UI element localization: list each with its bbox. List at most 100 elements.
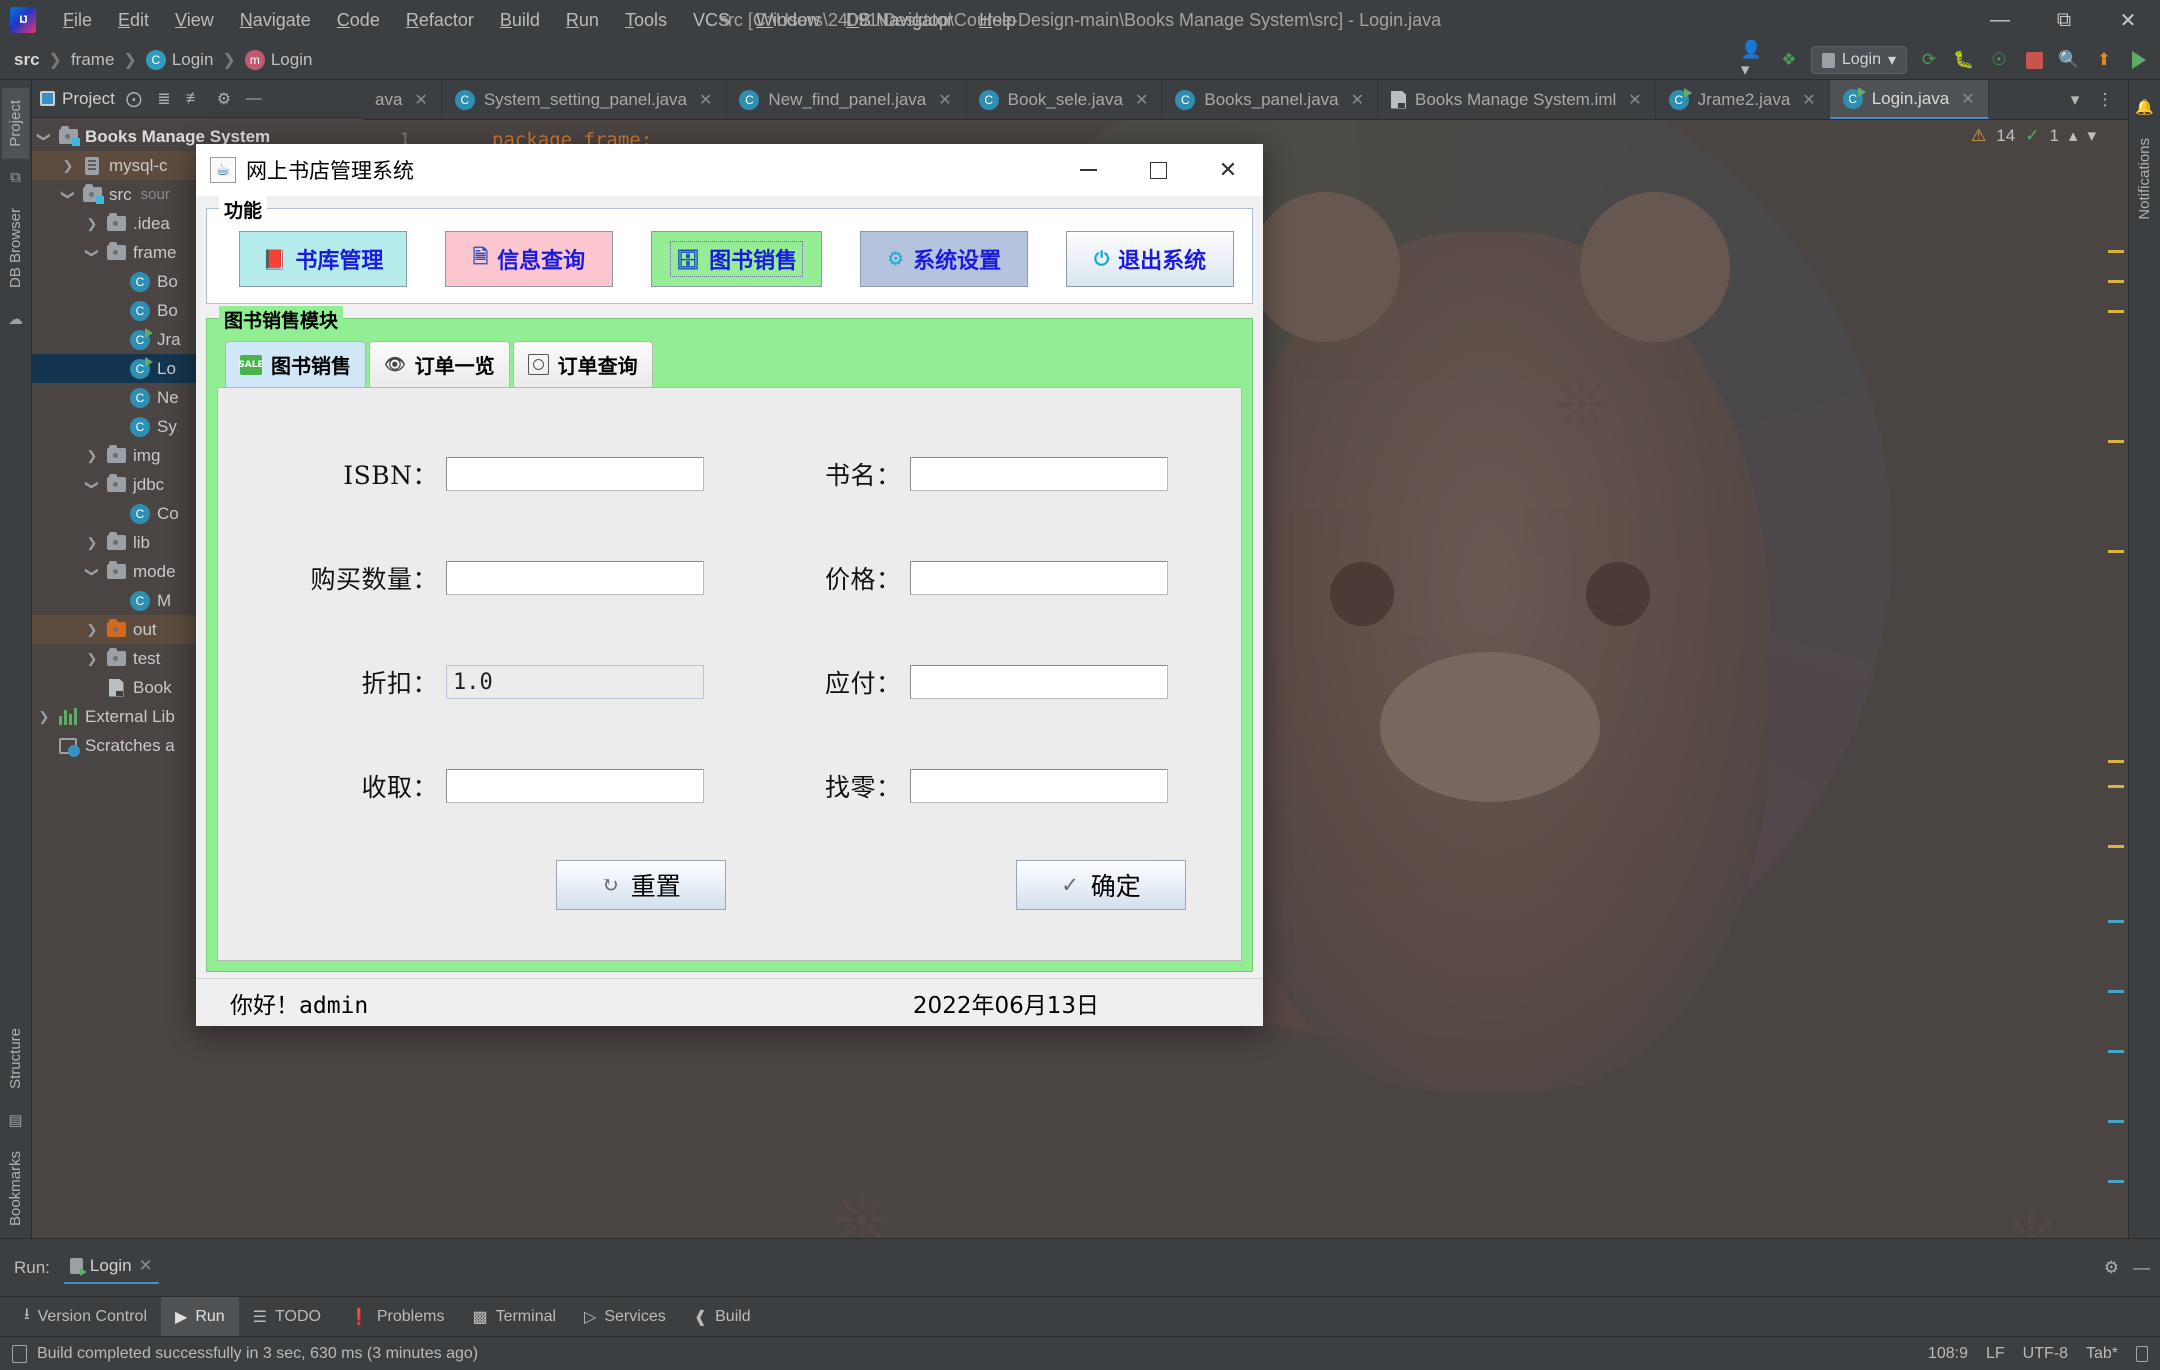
menu-window[interactable]: Window — [743, 5, 833, 36]
editor-tab[interactable]: C System_setting_panel.java ✕ — [442, 80, 727, 119]
editor-tab[interactable]: ava ✕ — [362, 80, 442, 119]
close-icon[interactable]: ✕ — [938, 90, 951, 110]
hide-icon[interactable]: — — [2133, 1258, 2150, 1278]
chevron-right-icon[interactable]: ❯ — [80, 448, 104, 464]
breadcrumb-login-class[interactable]: C Login — [145, 49, 213, 70]
close-icon[interactable]: ✕ — [139, 1256, 153, 1276]
chevron-down-icon[interactable]: ▾ — [2062, 87, 2088, 113]
terminal-strip-icon[interactable]: ▤ — [8, 1111, 22, 1129]
book-name-input[interactable] — [909, 457, 1168, 491]
settings-gear-icon[interactable]: ⚙ — [2104, 1258, 2119, 1278]
bottom-tab-problems[interactable]: ❗ Problems — [335, 1297, 459, 1336]
menu-edit[interactable]: Edit — [105, 5, 162, 36]
close-icon[interactable]: ✕ — [699, 90, 712, 110]
build-hammer-icon[interactable]: ❖ — [1776, 47, 1802, 73]
close-icon[interactable]: ✕ — [1135, 90, 1148, 110]
settings-gear-icon[interactable]: ⚙ — [213, 89, 235, 109]
run-coverage-icon[interactable]: ☉ — [1986, 47, 2012, 73]
chevron-right-icon[interactable]: ❯ — [80, 535, 104, 551]
discount-input[interactable]: 1.0 — [446, 665, 704, 699]
payable-input[interactable] — [909, 665, 1168, 699]
tab-book-sales[interactable]: SALE 图书销售 — [225, 341, 366, 387]
lock-icon[interactable] — [2136, 1345, 2148, 1362]
bottom-tab-build[interactable]: ❰ Build — [680, 1297, 765, 1336]
editor-tab[interactable]: C Jrame2.java ✕ — [1656, 80, 1830, 119]
price-input[interactable] — [909, 561, 1168, 595]
user-icon[interactable]: 👤▾ — [1741, 40, 1767, 79]
line-separator[interactable]: LF — [1986, 1345, 2005, 1363]
sidebar-item-bookmarks[interactable]: Bookmarks — [2, 1139, 29, 1238]
caret-position[interactable]: 108:9 — [1928, 1345, 1968, 1363]
menu-view[interactable]: View — [162, 5, 227, 36]
swing-close-button[interactable]: ✕ — [1193, 144, 1263, 196]
bottom-tab-terminal[interactable]: ▩ Terminal — [458, 1297, 570, 1336]
tab-order-query[interactable]: 订单查询 — [512, 341, 653, 387]
chevron-up-icon[interactable]: ▴ — [2069, 126, 2078, 146]
editor-scrollbar[interactable] — [2102, 120, 2128, 1238]
bottom-tab-version-control[interactable]: ⭳ Version Control — [10, 1297, 161, 1336]
menu-db-navigator[interactable]: DB Navigator — [833, 5, 966, 36]
reset-button[interactable]: ↻ 重置 — [556, 860, 726, 910]
close-icon[interactable]: ✕ — [1351, 90, 1364, 110]
bottom-tab-run[interactable]: ▶ Run — [161, 1297, 239, 1336]
bookstore-management-window[interactable]: ☕ 网上书店管理系统 ✕ 功能 📕 书库管理 🗎 信息查询 🗄 图书销售 ⚙ 系… — [196, 144, 1263, 1026]
sidebar-item-project[interactable]: Project — [2, 88, 29, 159]
quantity-input[interactable] — [446, 561, 704, 595]
chevron-right-icon[interactable]: ❯ — [32, 709, 56, 725]
confirm-button[interactable]: ✓ 确定 — [1016, 860, 1186, 910]
bottom-tool-tabs[interactable]: ⭳ Version Control ▶ Run ☰ TODO ❗ Problems ▩ Termi… — [0, 1296, 2160, 1336]
isbn-input[interactable] — [446, 457, 704, 491]
collapse-all-icon[interactable]: ≢ — [183, 90, 205, 108]
chevron-down-icon[interactable]: ▾ — [2087, 126, 2096, 146]
menu-refactor[interactable]: Refactor — [393, 5, 487, 36]
close-icon[interactable]: ✕ — [1961, 89, 1974, 109]
library-management-button[interactable]: 📕 书库管理 — [239, 231, 407, 287]
select-opened-file-icon[interactable]: ⨀ — [123, 89, 145, 109]
system-settings-button[interactable]: ⚙ 系统设置 — [860, 231, 1029, 287]
breadcrumb-login-method[interactable]: m Login — [244, 49, 312, 70]
sidebar-item-notifications[interactable]: Notifications — [2131, 126, 2158, 232]
editor-tab[interactable]: Books Manage System.iml ✕ — [1378, 80, 1656, 119]
book-sales-button[interactable]: 🗄 图书销售 — [651, 231, 823, 287]
menu-navigate[interactable]: Navigate — [227, 5, 324, 36]
close-icon[interactable]: ✕ — [1628, 90, 1641, 110]
chevron-down-icon[interactable]: ❯ — [36, 125, 52, 149]
menu-tools[interactable]: Tools — [612, 5, 680, 36]
info-query-button[interactable]: 🗎 信息查询 — [445, 231, 613, 287]
editor-tab[interactable]: C New_find_panel.java ✕ — [726, 80, 966, 119]
chevron-right-icon[interactable]: ❯ — [80, 622, 104, 638]
debug-icon[interactable]: 🐛 — [1951, 47, 1977, 73]
commit-icon[interactable]: ⧉ — [10, 169, 21, 186]
notifications-bell-icon[interactable]: 🔔 — [2135, 98, 2154, 116]
chevron-right-icon[interactable]: ❯ — [80, 216, 104, 232]
swing-minimize-button[interactable] — [1053, 144, 1123, 196]
minimize-button[interactable]: — — [1968, 0, 2032, 40]
hide-tool-window-icon[interactable]: — — [243, 90, 265, 108]
menu-file[interactable]: File — [50, 5, 105, 36]
bottom-tab-services[interactable]: ▷ Services — [570, 1297, 680, 1336]
chevron-down-icon[interactable]: ❯ — [60, 183, 76, 207]
expand-all-icon[interactable]: ≣ — [153, 89, 175, 109]
close-icon[interactable]: ✕ — [1802, 90, 1815, 110]
editor-tab[interactable]: C Books_panel.java ✕ — [1162, 80, 1379, 119]
change-input[interactable] — [909, 769, 1168, 803]
sidebar-item-db-browser[interactable]: DB Browser — [2, 196, 29, 300]
ide-plugin-icon[interactable] — [2126, 47, 2152, 73]
database-icon[interactable]: ☁ — [8, 310, 23, 328]
maximize-button[interactable]: ⧉ — [2032, 0, 2096, 40]
search-icon[interactable]: 🔍 — [2056, 47, 2082, 73]
bottom-tab-todo[interactable]: ☰ TODO — [239, 1297, 335, 1336]
received-input[interactable] — [446, 769, 704, 803]
chevron-right-icon[interactable]: ❯ — [56, 158, 80, 174]
chevron-right-icon[interactable]: ❯ — [80, 651, 104, 667]
tab-order-list[interactable]: 👁 订单一览 — [369, 341, 510, 387]
close-button[interactable]: ✕ — [2096, 0, 2160, 40]
more-options-icon[interactable]: ⋮ — [2092, 87, 2118, 113]
breadcrumb-src[interactable]: src — [14, 50, 40, 70]
menu-vcs[interactable]: VCS — [680, 5, 743, 36]
sidebar-item-structure[interactable]: Structure — [2, 1016, 29, 1101]
run-configuration-selector[interactable]: Login ▾ — [1810, 46, 1907, 74]
close-icon[interactable]: ✕ — [414, 90, 427, 110]
chevron-down-icon[interactable]: ❯ — [84, 560, 100, 584]
swing-maximize-button[interactable] — [1123, 144, 1193, 196]
